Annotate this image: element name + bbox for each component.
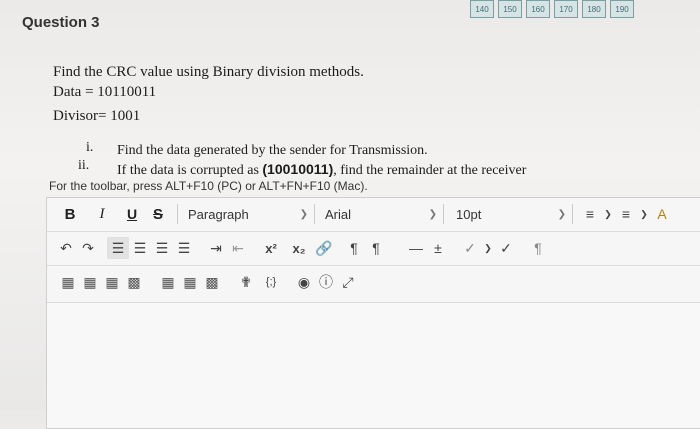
editor-content-area[interactable] — [47, 302, 700, 428]
toolbar-divider — [177, 204, 178, 224]
table-merge-icon[interactable]: ▩ — [123, 271, 145, 293]
page-number-tabs: 140 150 160 170 180 190 — [470, 0, 634, 20]
list-item-text-part: , find the remainder at the receiver — [333, 163, 527, 178]
strikethrough-button[interactable]: S — [145, 206, 171, 223]
indent-icon[interactable]: ⇥ — [205, 237, 227, 259]
toolbar-row-3: ▦ ▦ ▦ ▩ ▦ ▦ ▩ ✟ {;} ◉ ⓘ ⤢ — [47, 266, 700, 298]
question-prompt: Find the CRC value using Binary division… — [53, 64, 364, 80]
fullscreen-icon[interactable]: ⤢ — [337, 271, 359, 293]
list-item-number: i. — [86, 140, 94, 155]
superscript-button[interactable]: x² — [257, 237, 285, 259]
align-right-icon[interactable]: ☰ — [151, 237, 173, 259]
list-item-number: ii. — [78, 158, 90, 173]
corrupted-data-value: (10010011) — [262, 161, 334, 177]
data-line: Data = 10110011 — [53, 84, 157, 100]
embed-button[interactable]: {;} — [257, 271, 285, 293]
underline-button[interactable]: U — [119, 206, 145, 222]
divisor-line: Divisor= 1001 — [53, 108, 141, 124]
toolbar-row-2: ↶ ↷ ☰ ☰ ☰ ☰ ⇥ ⇤ x² x₂ 🔗 ¶ ¶ — ± ✓ ❯ ✓ ¶ — [47, 232, 700, 264]
toolbar-hint: For the toolbar, press ALT+F10 (PC) or A… — [49, 179, 368, 193]
undo-icon[interactable]: ↶ — [55, 237, 77, 259]
table-delete-icon[interactable]: ▦ — [101, 271, 123, 293]
table-insert-icon[interactable]: ▦ — [79, 271, 101, 293]
numbered-list-icon[interactable]: ≡ — [615, 203, 637, 225]
outdent-icon[interactable]: ⇤ — [227, 237, 249, 259]
align-center-icon[interactable]: ☰ — [129, 237, 151, 259]
chevron-down-icon: ❯ — [299, 208, 308, 220]
chevron-down-icon: ❯ — [428, 208, 437, 220]
align-left-icon[interactable]: ☰ — [107, 237, 129, 259]
font-size-dropdown-label: 10pt — [456, 206, 482, 222]
rtl-icon[interactable]: ¶ — [365, 237, 387, 259]
help-icon[interactable]: ⓘ — [315, 271, 337, 293]
spellcheck-icon[interactable]: ✓ — [459, 237, 481, 259]
toolbar-divider — [443, 204, 444, 224]
redo-icon[interactable]: ↷ — [77, 237, 99, 259]
checkmark-icon[interactable]: ✓ — [495, 237, 517, 259]
insert-column-icon[interactable]: ▦ — [179, 271, 201, 293]
font-dropdown-label: Arial — [325, 206, 352, 222]
question-title: Question 3 — [22, 14, 100, 31]
page-tab[interactable]: 150 — [498, 0, 522, 18]
toolbar-divider — [572, 204, 573, 224]
ltr-icon[interactable]: ¶ — [343, 237, 365, 259]
list-item-text: If the data is corrupted as (10010011), … — [117, 161, 526, 179]
accessibility-icon[interactable]: ✟ — [235, 271, 257, 293]
link-icon[interactable]: 🔗 — [313, 237, 335, 259]
italic-button[interactable]: I — [89, 206, 115, 223]
table-icon[interactable]: ▦ — [57, 271, 79, 293]
chevron-down-icon[interactable]: ❯ — [481, 237, 495, 259]
list-item-text-part: If the data is corrupted as — [117, 163, 263, 178]
delete-cell-icon[interactable]: ▩ — [201, 271, 223, 293]
page-tab[interactable]: 160 — [526, 0, 550, 18]
chevron-down-icon: ❯ — [557, 208, 566, 220]
plus-minus-icon[interactable]: ± — [427, 237, 449, 259]
page-tab[interactable]: 190 — [610, 0, 634, 18]
text-color-icon[interactable]: A — [651, 203, 673, 225]
page-tab[interactable]: 170 — [554, 0, 578, 18]
horizontal-line-icon[interactable]: — — [405, 237, 427, 259]
preview-eye-icon[interactable]: ◉ — [293, 271, 315, 293]
rich-text-editor: B I U S Paragraph ❯ Arial ❯ 10pt ❯ ≡ ❯ ≡… — [46, 197, 700, 429]
pilcrow-icon[interactable]: ¶ — [527, 237, 549, 259]
paragraph-dropdown[interactable]: Paragraph ❯ — [184, 207, 308, 222]
page-tab[interactable]: 180 — [582, 0, 606, 18]
list-item-text: Find the data generated by the sender fo… — [117, 143, 428, 158]
insert-row-icon[interactable]: ▦ — [157, 271, 179, 293]
chevron-down-icon[interactable]: ❯ — [637, 203, 651, 225]
font-size-dropdown[interactable]: 10pt ❯ — [450, 207, 566, 222]
bold-button[interactable]: B — [57, 206, 83, 223]
subscript-button[interactable]: x₂ — [285, 237, 313, 259]
paragraph-dropdown-label: Paragraph — [188, 206, 249, 222]
toolbar-divider — [314, 204, 315, 224]
font-dropdown[interactable]: Arial ❯ — [321, 207, 437, 222]
chevron-down-icon[interactable]: ❯ — [601, 203, 615, 225]
align-justify-icon[interactable]: ☰ — [173, 237, 195, 259]
toolbar-row-1: B I U S Paragraph ❯ Arial ❯ 10pt ❯ ≡ ❯ ≡… — [47, 198, 700, 230]
bullet-list-icon[interactable]: ≡ — [579, 203, 601, 225]
page-tab[interactable]: 140 — [470, 0, 494, 18]
